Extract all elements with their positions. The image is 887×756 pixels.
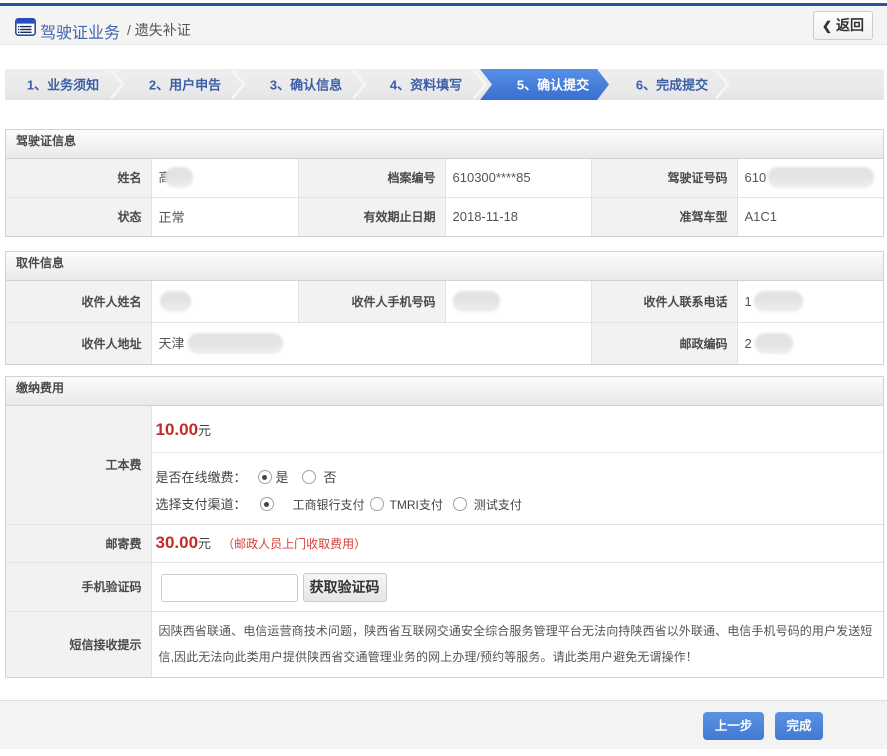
- svg-text:6、完成提交: 6、完成提交: [636, 78, 708, 93]
- svg-text:1、业务须知: 1、业务须知: [27, 78, 99, 93]
- svg-text:5、确认提交: 5、确认提交: [517, 78, 589, 93]
- svg-text:4、资料填写: 4、资料填写: [390, 78, 462, 93]
- svg-text:2、用户申告: 2、用户申告: [149, 78, 221, 93]
- svg-text:3、确认信息: 3、确认信息: [270, 78, 342, 93]
